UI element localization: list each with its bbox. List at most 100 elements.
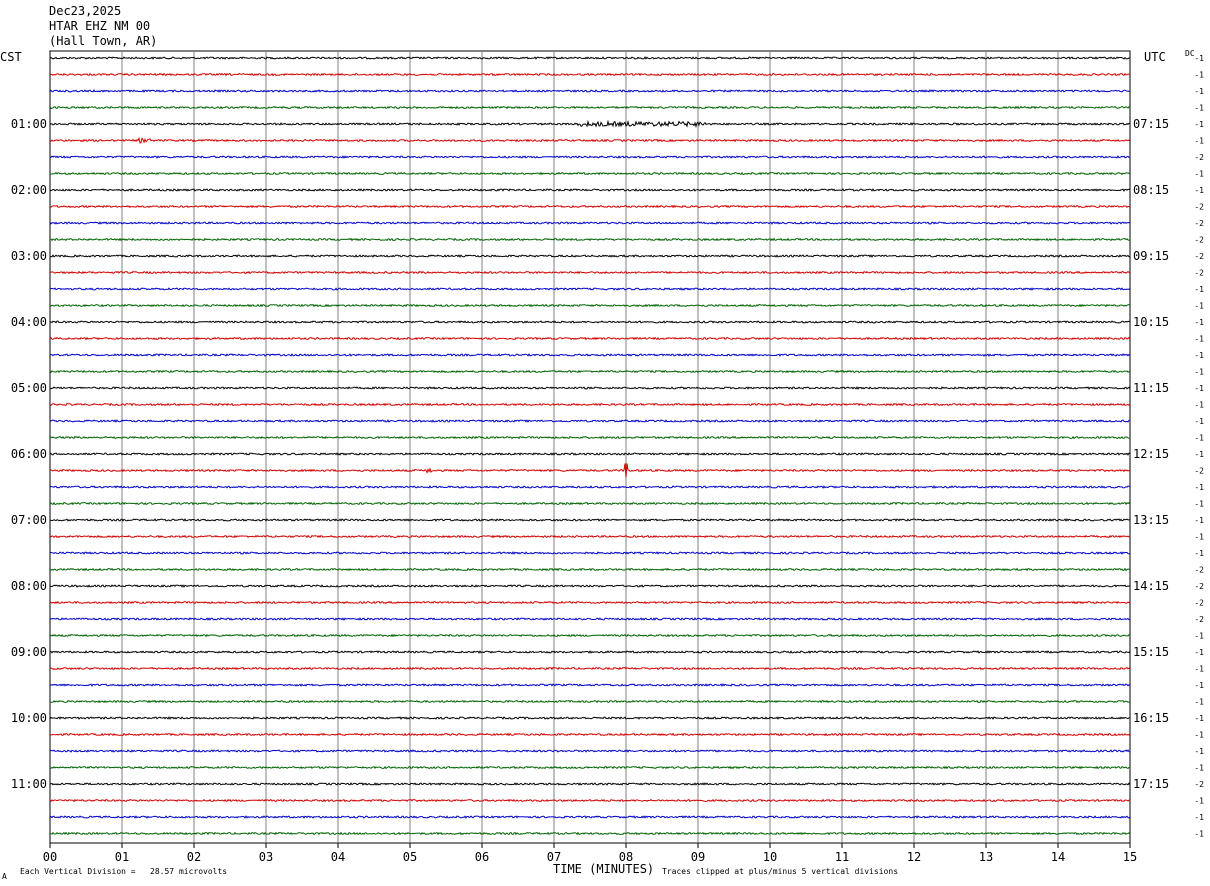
dc-offset-label: -1 [1194,417,1204,426]
dc-offset-label: -1 [1194,54,1204,63]
dc-offset-label: -1 [1194,351,1204,360]
x-tick-label: 14 [1051,850,1065,864]
x-tick-label: 11 [835,850,849,864]
trace-8 [49,171,1131,176]
dc-offset-label: -2 [1194,153,1204,162]
trace-1 [49,56,1131,60]
dc-offset-label: -1 [1194,747,1204,756]
trace-37 [49,650,1131,654]
trace-21 [49,386,1131,390]
trace-42 [49,732,1131,737]
dc-offset-label: -2 [1194,582,1204,591]
utc-hour-label: 07:15 [1133,117,1169,131]
trace-38 [49,666,1131,671]
dc-offset-label: -2 [1194,269,1204,278]
dc-offset-label: -1 [1194,648,1204,657]
dc-offset-label: -2 [1194,780,1204,789]
trace-32 [49,567,1130,572]
trace-9 [49,188,1130,192]
dc-offset-label: -1 [1194,533,1204,542]
trace-28 [49,501,1131,506]
dc-offset-label: -1 [1194,71,1204,80]
dc-offset-label: -1 [1194,302,1204,311]
cst-hour-label: 06:00 [11,447,47,461]
dc-offset-label: -1 [1194,285,1204,294]
x-tick-label: 15 [1123,850,1137,864]
x-tick-label: 06 [475,850,489,864]
trace-4 [49,105,1131,110]
x-tick-label: 05 [403,850,417,864]
x-tick-label: 09 [691,850,705,864]
dc-offset-label: -1 [1194,483,1204,492]
dc-offset-label: -1 [1194,665,1204,674]
utc-hour-label: 10:15 [1133,315,1169,329]
trace-10 [49,204,1131,209]
trace-41 [49,716,1131,720]
cst-hour-label: 07:00 [11,513,47,527]
trace-16 [49,303,1131,308]
dc-offset-label: -1 [1194,335,1204,344]
cst-hour-label: 10:00 [11,711,47,725]
dc-offset-label: -1 [1194,450,1204,459]
trace-48 [49,831,1131,836]
x-tick-label: 04 [331,850,345,864]
trace-17 [49,320,1131,324]
dc-offset-label: -1 [1194,714,1204,723]
dc-offset-label: -1 [1194,170,1204,179]
x-tick-label: 02 [187,850,201,864]
trace-25 [49,452,1131,456]
utc-hour-label: 09:15 [1133,249,1169,263]
cst-hour-label: 04:00 [11,315,47,329]
plot-frame [49,50,1131,844]
cst-hour-label: 05:00 [11,381,47,395]
trace-27 [49,485,1131,489]
dc-offset-label: -1 [1194,500,1204,509]
trace-18 [49,336,1131,341]
dc-offset-label: -2 [1194,252,1204,261]
utc-hour-label: 13:15 [1133,513,1169,527]
dc-offset-label: -1 [1194,434,1204,443]
x-tick-label: 13 [979,850,993,864]
trace-12 [49,237,1131,242]
dc-offset-label: -1 [1194,681,1204,690]
clip-note: Traces clipped at plus/minus 5 vertical … [662,867,899,876]
trace-34 [49,600,1131,605]
utc-hour-label: 14:15 [1133,579,1169,593]
trace-2 [49,72,1131,77]
dc-offset-label: -2 [1194,615,1204,624]
dc-offset-label: -1 [1194,516,1204,525]
cst-hour-label: 03:00 [11,249,47,263]
dc-offset-label: -2 [1194,203,1204,212]
trace-20 [49,369,1131,374]
cst-hour-label: 09:00 [11,645,47,659]
dc-offset-label: -1 [1194,830,1204,839]
trace-5 [49,119,1131,129]
dc-offset-label: -1 [1194,731,1204,740]
trace-3 [49,89,1131,93]
trace-35 [49,617,1131,621]
utc-hour-label: 17:15 [1133,777,1169,791]
trace-47 [49,815,1131,819]
trace-7 [49,155,1131,159]
trace-6 [49,136,1131,144]
dc-offset-label: -1 [1194,632,1204,641]
cst-hour-label: 11:00 [11,777,47,791]
dc-offset-label: -1 [1194,318,1204,327]
dc-offset-label: -2 [1194,599,1204,608]
dc-offset-label: -1 [1194,764,1204,773]
trace-23 [49,419,1131,423]
utc-hour-label: 12:15 [1133,447,1169,461]
utc-hour-label: 16:15 [1133,711,1169,725]
scale-note: Each Vertical Division = 28.57 microvolt… [20,867,228,876]
dc-offset-label: -1 [1194,813,1204,822]
utc-hour-label: 11:15 [1133,381,1169,395]
trace-26 [49,463,1131,478]
corner-mark: A [2,872,7,881]
cst-hour-label: 01:00 [11,117,47,131]
trace-40 [49,699,1131,704]
trace-11 [49,221,1131,225]
cst-hour-label: 02:00 [11,183,47,197]
dc-offset-label: -2 [1194,236,1204,245]
x-tick-label: 03 [259,850,273,864]
x-tick-label: 10 [763,850,777,864]
